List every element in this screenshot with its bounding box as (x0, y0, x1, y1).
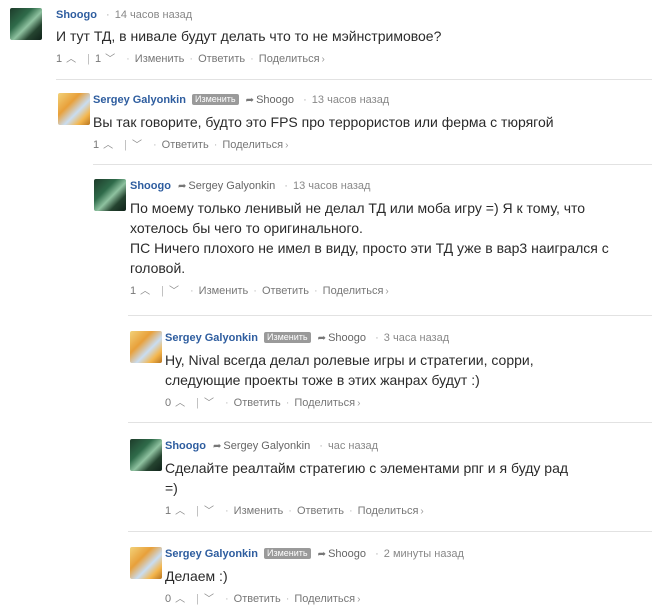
timestamp[interactable]: час назад (328, 440, 378, 452)
reply-to[interactable]: ➦ Shoogo (246, 94, 294, 106)
reply-link[interactable]: Ответить (198, 52, 245, 66)
share-link[interactable]: Поделиться (294, 592, 355, 606)
edit-badge[interactable]: Изменить (264, 548, 311, 559)
comment-text: Сделайте реалтайм стратегию с элементами… (165, 460, 569, 496)
upvote-count: 1 (93, 139, 100, 151)
comment-actions: 0 ︿ | ﹀ · Ответить · Поделиться › (165, 396, 361, 411)
avatar[interactable] (130, 439, 162, 471)
reply-link[interactable]: Ответить (262, 284, 309, 298)
comment-text: Ну, Nival всегда делал ролевые игры и ст… (165, 352, 534, 388)
comment-text: По моему только ленивый не делал ТД или … (130, 200, 609, 276)
timestamp[interactable]: 2 минуты назад (384, 548, 464, 560)
share-link[interactable]: Поделиться (323, 284, 384, 298)
comment-actions: 1 ︿ | 1 ﹀ · Изменить · Ответить · Поделиться › (56, 52, 325, 67)
comment-header: Sergey Galyonkin Изменить ➦ Shoogo · 13 ч… (93, 94, 390, 106)
comment-actions: 1 ︿ | ﹀ · Изменить · Ответить · Поделиться › (130, 284, 389, 299)
reply-arrow-icon: ➦ (317, 549, 327, 560)
comment-header: Shoogo ➦ Sergey Galyonkin · 13 часов наза… (130, 180, 371, 192)
divider (128, 531, 652, 532)
timestamp[interactable]: 14 часов назад (115, 9, 192, 21)
comment-actions: 0 ︿ | ﹀ · Ответить · Поделиться › (165, 592, 361, 607)
chevron-up-icon[interactable]: ︿ (103, 139, 113, 153)
share-link[interactable]: Поделиться (222, 138, 283, 152)
reply-arrow-icon: ➦ (245, 95, 255, 106)
upvote-count: 0 (165, 593, 172, 605)
chevron-right-icon: › (357, 594, 361, 605)
chevron-right-icon: › (285, 140, 289, 151)
timestamp[interactable]: 3 часа назад (384, 332, 449, 344)
chevron-up-icon[interactable]: ︿ (175, 593, 185, 607)
timestamp[interactable]: 13 часов назад (312, 94, 389, 106)
share-link[interactable]: Поделиться (358, 504, 419, 518)
upvote-count: 1 (130, 285, 137, 297)
chevron-right-icon: › (357, 398, 361, 409)
comment-actions: 1 ︿ | ﹀ · Ответить · Поделиться › (93, 138, 289, 153)
upvote-count: 1 (165, 505, 172, 517)
avatar[interactable] (94, 179, 126, 211)
upvote-count: 1 (56, 53, 63, 65)
comment-header: Shoogo ➦ Sergey Galyonkin · час назад (165, 440, 379, 452)
upvote-count: 0 (165, 397, 172, 409)
comment-header: Sergey Galyonkin Изменить ➦ Shoogo · 3 ча… (165, 332, 450, 344)
comment-text: Вы так говорите, будто это FPS про терро… (93, 114, 554, 130)
chevron-down-icon[interactable]: ﹀ (169, 285, 179, 299)
edit-link[interactable]: Изменить (234, 504, 284, 518)
edit-badge[interactable]: Изменить (264, 332, 311, 343)
reply-link[interactable]: Ответить (162, 138, 209, 152)
edit-link[interactable]: Изменить (199, 284, 249, 298)
edit-badge[interactable]: Изменить (192, 94, 239, 105)
comment-text: И тут ТД, в нивале будут делать что то н… (56, 28, 442, 44)
reply-link[interactable]: Ответить (297, 504, 344, 518)
avatar[interactable] (130, 331, 162, 363)
share-link[interactable]: Поделиться (259, 52, 320, 66)
reply-arrow-icon: ➦ (178, 181, 187, 192)
chevron-up-icon[interactable]: ︿ (66, 53, 76, 67)
reply-to[interactable]: ➦ Sergey Galyonkin (178, 180, 275, 192)
chevron-down-icon[interactable]: ﹀ (132, 139, 142, 153)
avatar[interactable] (10, 8, 42, 40)
divider (93, 164, 652, 165)
avatar[interactable] (130, 547, 162, 579)
author-name[interactable]: Shoogo (130, 180, 171, 192)
chevron-up-icon[interactable]: ︿ (140, 285, 150, 299)
reply-to[interactable]: ➦ Shoogo (318, 548, 366, 560)
chevron-right-icon: › (420, 506, 424, 517)
comment-text: Делаем :) (165, 568, 228, 584)
chevron-up-icon[interactable]: ︿ (175, 397, 185, 411)
reply-to[interactable]: ➦ Shoogo (318, 332, 366, 344)
chevron-right-icon: › (321, 54, 325, 65)
reply-link[interactable]: Ответить (234, 592, 281, 606)
reply-to[interactable]: ➦ Sergey Galyonkin (213, 440, 310, 452)
comment-actions: 1 ︿ | ﹀ · Изменить · Ответить · Поделиться › (165, 504, 424, 519)
chevron-down-icon[interactable]: ﹀ (204, 505, 214, 519)
edit-link[interactable]: Изменить (135, 52, 185, 66)
reply-arrow-icon: ➦ (317, 333, 327, 344)
share-link[interactable]: Поделиться (294, 396, 355, 410)
author-name[interactable]: Shoogo (165, 440, 206, 452)
chevron-down-icon[interactable]: ﹀ (204, 397, 214, 411)
author-name[interactable]: Sergey Galyonkin (165, 548, 258, 560)
avatar[interactable] (58, 93, 90, 125)
author-name[interactable]: Sergey Galyonkin (93, 94, 186, 106)
downvote-count: 1 (94, 53, 102, 65)
divider (56, 79, 652, 80)
chevron-down-icon[interactable]: ﹀ (105, 53, 115, 67)
divider (128, 315, 652, 316)
reply-arrow-icon: ➦ (213, 441, 222, 452)
timestamp[interactable]: 13 часов назад (293, 180, 370, 192)
reply-link[interactable]: Ответить (234, 396, 281, 410)
chevron-right-icon: › (385, 286, 389, 297)
chevron-up-icon[interactable]: ︿ (175, 505, 185, 519)
divider (128, 422, 652, 423)
author-name[interactable]: Sergey Galyonkin (165, 332, 258, 344)
comment-header: Sergey Galyonkin Изменить ➦ Shoogo · 2 ми… (165, 548, 464, 560)
author-name[interactable]: Shoogo (56, 9, 97, 21)
comment-header: Shoogo · 14 часов назад (56, 9, 193, 21)
chevron-down-icon[interactable]: ﹀ (204, 593, 214, 607)
